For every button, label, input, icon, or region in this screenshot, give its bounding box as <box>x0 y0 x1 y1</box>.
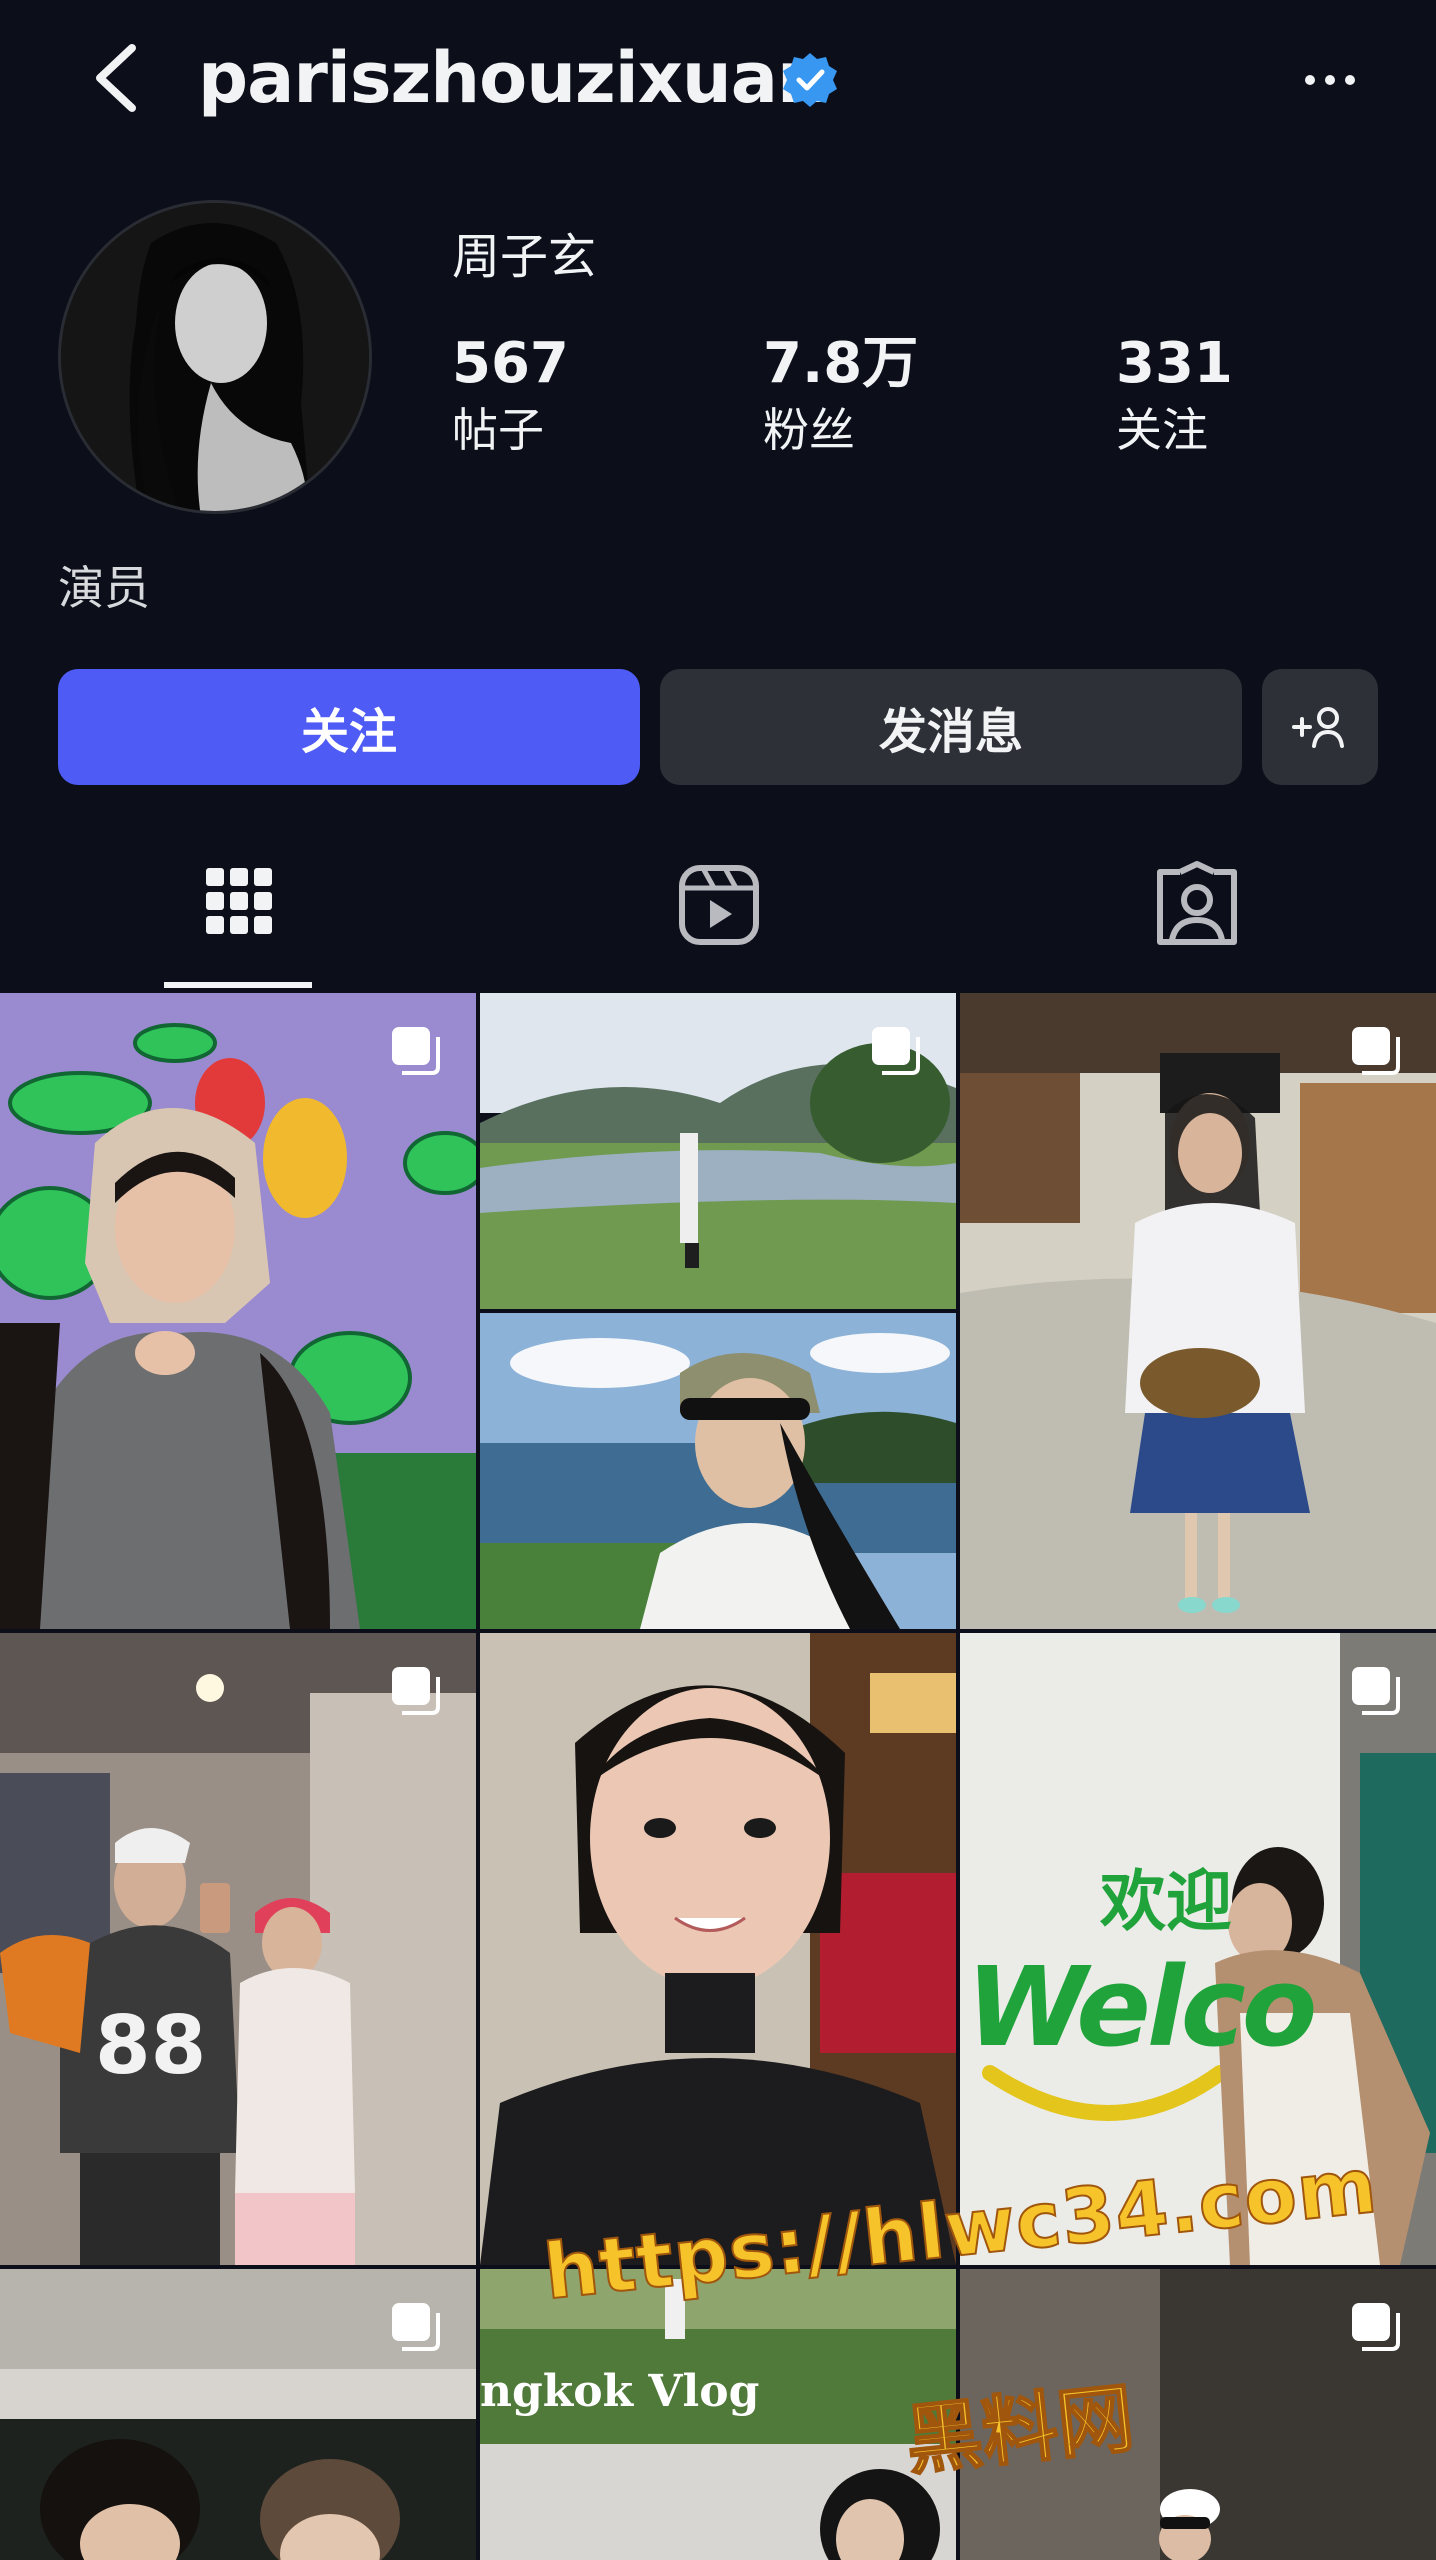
post-2-image <box>480 993 956 1629</box>
suggested-users-button[interactable] <box>1262 669 1378 785</box>
post-1-image <box>0 993 476 1629</box>
multiple-posts-icon <box>1352 2303 1400 2351</box>
display-name: 周子玄 <box>452 229 597 285</box>
multiple-posts-icon <box>1352 1667 1400 1715</box>
back-arrow-icon[interactable] <box>82 38 152 118</box>
posts-grid: 88 欢迎 Welco ngkok Vlog <box>0 993 1436 2560</box>
multiple-posts-icon <box>1352 1027 1400 1075</box>
reels-icon[interactable] <box>674 860 764 950</box>
top-bar: pariszhouzixuan <box>0 0 1436 160</box>
svg-text:88: 88 <box>95 1999 206 2092</box>
verified-badge-icon <box>783 53 837 107</box>
following-label: 关注 <box>1116 403 1208 457</box>
stat-followers[interactable]: 7.8万 粉丝 <box>763 330 983 460</box>
active-tab-indicator <box>164 982 312 988</box>
post-thumbnail-2[interactable] <box>480 993 956 1629</box>
followers-label: 粉丝 <box>763 403 855 457</box>
post-5-image <box>480 1633 956 2265</box>
grid-icon[interactable] <box>194 860 284 950</box>
profile-bio: 演员 <box>58 561 150 615</box>
multiple-posts-icon <box>392 1667 440 1715</box>
post-thumbnail-3[interactable] <box>960 993 1436 1629</box>
post-thumbnail-4[interactable]: 88 <box>0 1633 476 2265</box>
avatar-photo <box>61 203 369 511</box>
message-button[interactable]: 发消息 <box>660 669 1242 785</box>
more-options-icon[interactable] <box>1300 60 1360 100</box>
multiple-posts-icon <box>872 1027 920 1075</box>
post-4-image: 88 <box>0 1633 476 2265</box>
multiple-posts-icon <box>392 2303 440 2351</box>
posts-count: 567 <box>452 331 569 396</box>
stat-following[interactable]: 331 关注 <box>1116 330 1336 460</box>
profile-avatar[interactable] <box>58 200 372 514</box>
welcome-sign-chinese: 欢迎 <box>1100 1863 1232 1940</box>
person-plus-icon <box>1292 707 1344 748</box>
post-thumbnail-5[interactable] <box>480 1633 956 2265</box>
post-thumbnail-7[interactable] <box>0 2269 476 2560</box>
multiple-posts-icon <box>392 1027 440 1075</box>
followers-count: 7.8万 <box>763 331 919 396</box>
post-thumbnail-1[interactable] <box>0 993 476 1629</box>
following-count: 331 <box>1116 331 1233 396</box>
follow-button[interactable]: 关注 <box>58 669 640 785</box>
tagged-icon[interactable] <box>1152 860 1242 950</box>
stat-posts[interactable]: 567 帖子 <box>452 330 672 460</box>
profile-username: pariszhouzixuan <box>198 37 827 119</box>
vlog-caption: ngkok Vlog <box>480 2366 760 2417</box>
post-3-image <box>960 993 1436 1629</box>
posts-label: 帖子 <box>452 403 544 457</box>
welcome-sign-english: Welco <box>966 1943 1317 2071</box>
